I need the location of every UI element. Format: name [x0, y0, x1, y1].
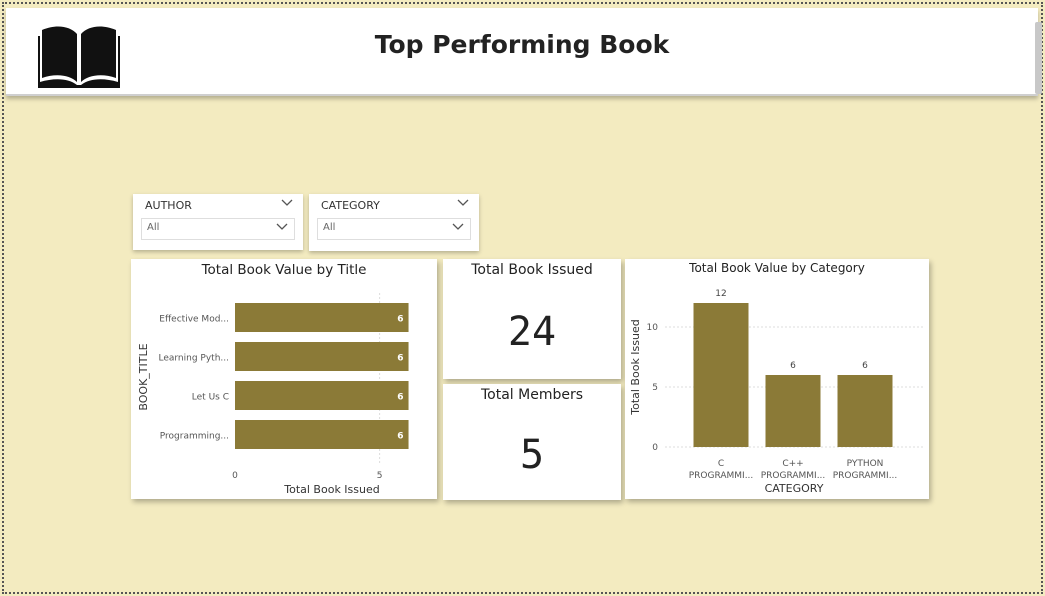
x-axis-label: Total Book Issued — [283, 483, 380, 496]
bar-chart-by-title[interactable]: Total Book Value by Title Effective Mod..… — [131, 259, 437, 499]
y-tick-label: 0 — [652, 443, 658, 453]
chevron-down-icon — [452, 223, 464, 230]
y-tick-label: Effective Mod... — [159, 315, 229, 325]
kpi-value-issued: 24 — [507, 309, 557, 355]
chevron-down-icon — [276, 223, 288, 230]
category-dropdown[interactable]: All — [317, 218, 471, 240]
kpi-card-members[interactable]: Total Members 5 — [443, 384, 621, 500]
data-label: 6 — [862, 361, 868, 371]
bar — [837, 375, 893, 447]
data-label: 6 — [397, 432, 403, 442]
x-tick-label: PROGRAMMI... — [833, 471, 898, 481]
x-tick-label: PROGRAMMI... — [761, 471, 826, 481]
kpi-value-members: 5 — [519, 432, 545, 478]
bar — [765, 375, 821, 447]
x-tick-label: PROGRAMMI... — [689, 471, 754, 481]
bar — [235, 303, 409, 332]
data-label: 6 — [397, 354, 403, 364]
x-tick-label: C — [718, 459, 724, 469]
x-tick-label: 5 — [377, 471, 383, 481]
chart-title: Total Book Value by Category — [688, 261, 865, 275]
chart-card-by-title[interactable]: Total Book Value by Title Effective Mod..… — [131, 259, 437, 499]
data-label: 6 — [397, 393, 403, 403]
chart-card-by-category[interactable]: Total Book Value by Category 0 5 10 12 C PROGR… — [625, 259, 929, 499]
y-tick-label: Programming... — [160, 432, 229, 442]
page-title: Top Performing Book — [374, 30, 670, 59]
category-slicer[interactable]: CATEGORY All — [309, 194, 479, 251]
scrollbar-thumb[interactable] — [1035, 22, 1042, 94]
bar — [235, 381, 409, 410]
y-tick-label: 5 — [652, 383, 658, 393]
author-dropdown-value: All — [147, 222, 160, 233]
data-label: 12 — [715, 289, 726, 299]
chart-title: Total Book Value by Title — [201, 262, 367, 278]
data-label: 6 — [397, 315, 403, 325]
bar — [235, 342, 409, 371]
slicer-label-author: AUTHOR — [145, 199, 192, 212]
kpi-card-issued[interactable]: Total Book Issued 24 — [443, 259, 621, 379]
y-tick-label: Let Us C — [192, 393, 229, 403]
y-tick-label: 10 — [647, 323, 659, 333]
category-dropdown-value: All — [323, 222, 336, 233]
bar — [693, 303, 749, 447]
y-axis-label: BOOK_TITLE — [137, 343, 150, 410]
x-tick-label: C++ — [782, 459, 803, 469]
bar — [235, 420, 409, 449]
x-tick-label: PYTHON — [847, 459, 884, 469]
kpi-title-members: Total Members — [480, 387, 584, 403]
slicer-label-category: CATEGORY — [321, 199, 380, 212]
y-tick-label: Learning Pyth... — [158, 354, 229, 364]
kpi-title-issued: Total Book Issued — [471, 262, 593, 278]
y-axis-label: Total Book Issued — [629, 319, 642, 416]
chevron-down-icon[interactable] — [281, 198, 293, 208]
bar-chart-by-category[interactable]: Total Book Value by Category 0 5 10 12 C PROGR… — [625, 259, 929, 499]
x-axis-label: CATEGORY — [765, 482, 824, 495]
header-banner: Top Performing Book — [6, 8, 1042, 96]
data-label: 6 — [790, 361, 796, 371]
chevron-down-icon[interactable] — [457, 198, 469, 208]
author-dropdown[interactable]: All — [141, 218, 295, 240]
x-tick-label: 0 — [232, 471, 238, 481]
author-slicer[interactable]: AUTHOR All — [133, 194, 303, 250]
